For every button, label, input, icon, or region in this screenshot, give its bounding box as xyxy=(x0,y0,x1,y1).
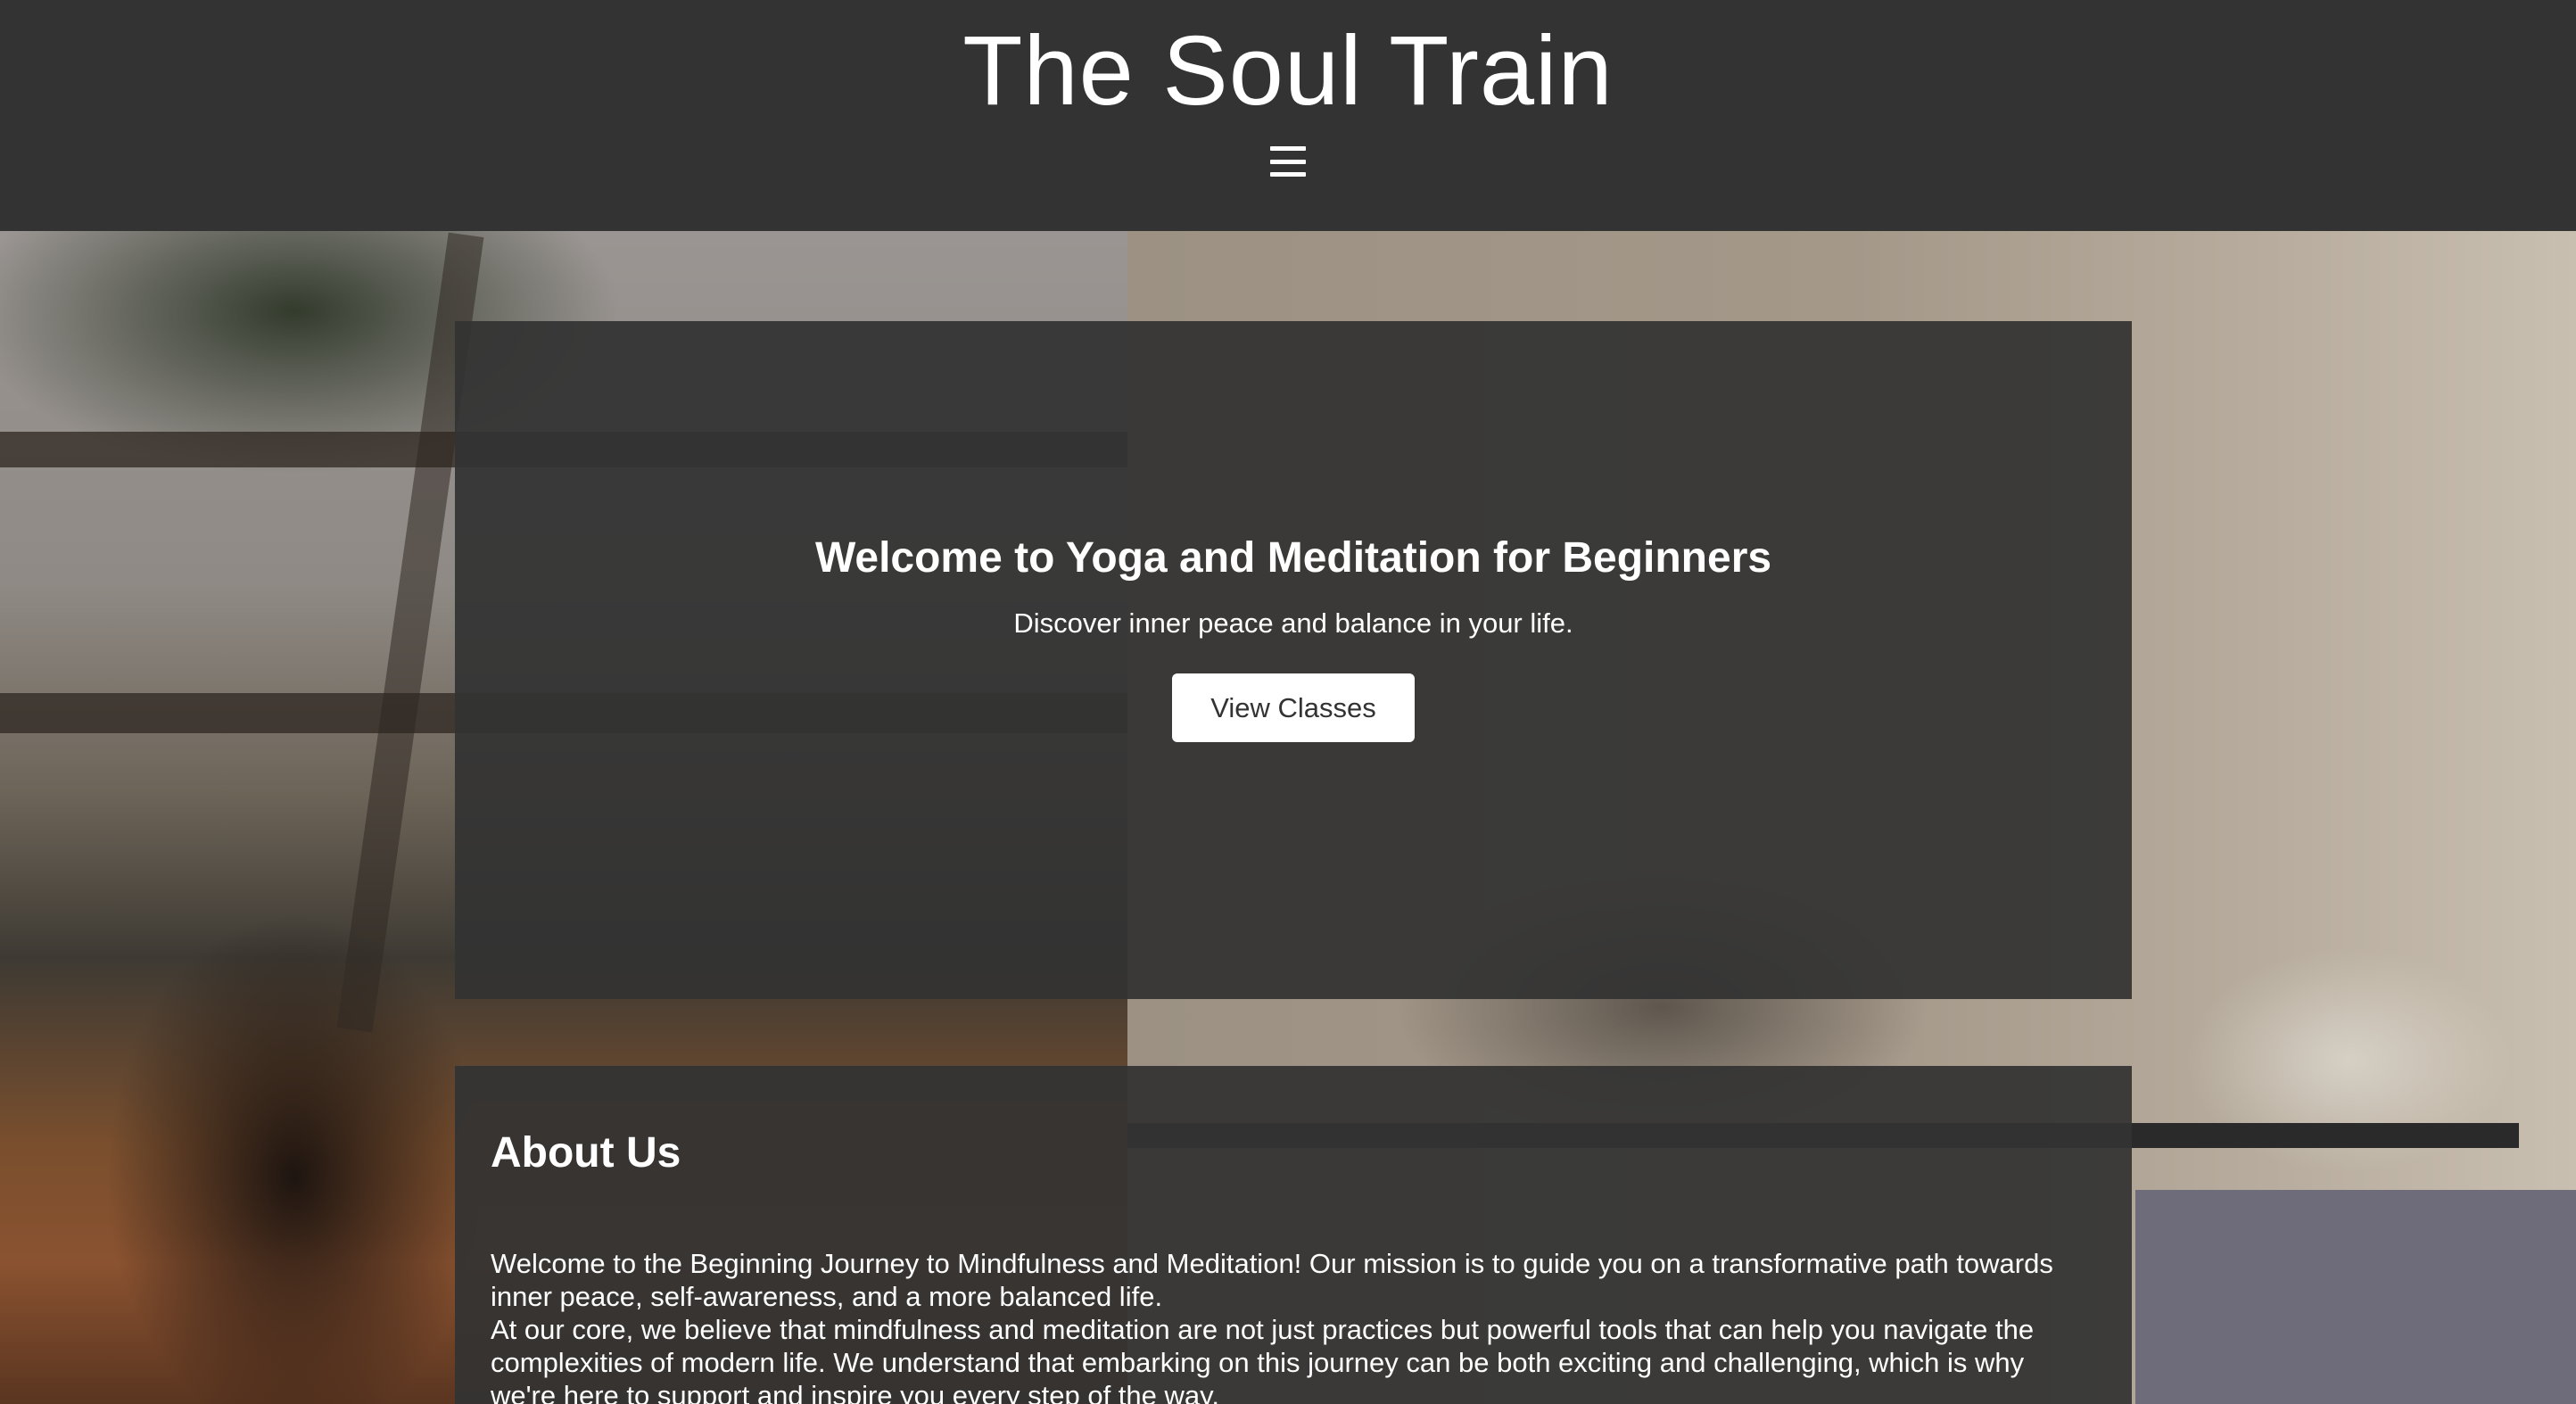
hamburger-menu-icon[interactable] xyxy=(1270,146,1306,177)
about-paragraph: At our core, we believe that mindfulness… xyxy=(491,1314,2035,1404)
menu-bar xyxy=(1270,159,1306,164)
menu-bar xyxy=(1270,172,1306,177)
about-text: Welcome to the Beginning Journey to Mind… xyxy=(491,1247,2096,1404)
menu-bar xyxy=(1270,146,1306,151)
hero-section: Welcome to Yoga and Meditation for Begin… xyxy=(0,231,2576,1404)
site-title[interactable]: The Soul Train xyxy=(962,18,1613,125)
welcome-title: Welcome to Yoga and Meditation for Begin… xyxy=(814,534,1772,582)
about-panel: About Us Welcome to the Beginning Journe… xyxy=(455,1066,2132,1404)
welcome-panel: Welcome to Yoga and Meditation for Begin… xyxy=(455,321,2132,999)
welcome-subtitle: Discover inner peace and balance in your… xyxy=(1013,607,1573,639)
about-paragraph: Welcome to the Beginning Journey to Mind… xyxy=(491,1248,2053,1312)
view-classes-button[interactable]: View Classes xyxy=(1172,673,1415,742)
about-title: About Us xyxy=(491,1129,681,1177)
site-header: The Soul Train xyxy=(0,0,2576,231)
